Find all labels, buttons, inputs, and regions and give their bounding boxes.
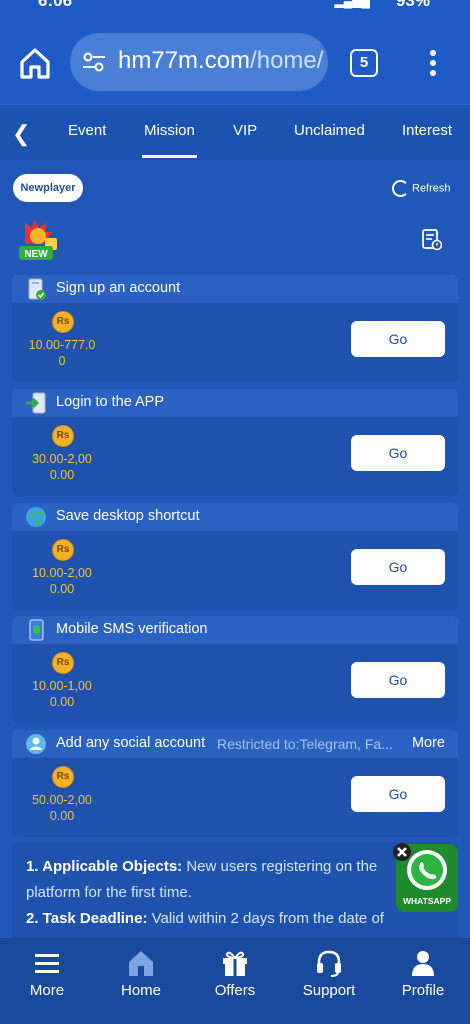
browser-menu-icon[interactable] <box>429 50 437 78</box>
task-title: Login to the APP <box>56 394 165 410</box>
new-badge-icon: NEW <box>19 220 57 260</box>
tab-mission[interactable]: Mission <box>142 122 197 158</box>
nav-offers[interactable]: Offers <box>195 948 275 999</box>
reward-amount: 50.00-2,00 0.00 <box>32 793 92 823</box>
phone-shield-icon <box>29 619 44 641</box>
nav-more-label: More <box>29 982 65 999</box>
bottom-nav: More Home Offers Support Profile <box>0 938 470 1024</box>
go-button[interactable]: Go <box>351 776 445 812</box>
go-button[interactable]: Go <box>351 321 445 357</box>
refresh-button[interactable]: Refresh <box>392 180 451 198</box>
rupee-coin-icon: Rs <box>52 652 74 674</box>
tab-unclaimed[interactable]: Unclaimed <box>294 122 365 139</box>
tab-vip[interactable]: VIP <box>233 122 257 139</box>
task-card: Mobile SMS verification Rs 10.00-1,00 0.0… <box>12 616 458 723</box>
menu-icon <box>35 954 59 973</box>
task-title: Add any social account <box>56 735 206 751</box>
site-settings-icon[interactable] <box>82 51 106 73</box>
home-icon <box>129 951 153 976</box>
status-time: 6:06 <box>38 0 73 10</box>
tab-switcher-button[interactable]: 5 <box>350 49 378 77</box>
nav-more[interactable]: More <box>7 948 87 999</box>
nav-profile-label: Profile <box>401 982 445 999</box>
refresh-label: Refresh <box>412 182 451 195</box>
category-tabs: ❮ Event Mission VIP Unclaimed Interest <box>0 104 470 160</box>
nav-support-label: Support <box>302 982 356 999</box>
refresh-icon <box>392 180 409 197</box>
task-title: Save desktop shortcut <box>56 508 200 524</box>
whatsapp-label: WHATSAPP <box>403 896 451 906</box>
nav-home[interactable]: Home <box>101 948 181 999</box>
task-card-header: Add any social account Restricted to:Tel… <box>12 730 458 758</box>
new-badge-text: NEW <box>24 249 48 260</box>
reward-amount: 30.00-2,00 0.00 <box>32 452 92 482</box>
address-bar[interactable]: hm77m.com/home/ <box>70 33 328 91</box>
more-link[interactable]: More <box>412 735 445 751</box>
globe-icon <box>26 507 46 527</box>
profile-icon <box>412 951 434 976</box>
rupee-coin-icon: Rs <box>52 539 74 561</box>
task-card-header: Login to the APP <box>12 389 458 417</box>
rule-item: 2. Task Deadline: Valid within 2 days fr… <box>26 906 426 932</box>
url-host: hm77m.com <box>118 47 251 74</box>
go-button[interactable]: Go <box>351 662 445 698</box>
url-text[interactable]: hm77m.com/home/ <box>118 47 323 75</box>
go-button[interactable]: Go <box>351 435 445 471</box>
task-title: Mobile SMS verification <box>56 621 208 637</box>
browser-toolbar: hm77m.com/home/ 5 <box>0 14 470 104</box>
rule-item: 1. Applicable Objects: New users registe… <box>26 854 426 906</box>
tab-event[interactable]: Event <box>68 122 106 139</box>
task-restriction: Restricted to:Telegram, Fa... <box>217 736 393 752</box>
reward-amount: 10.00-777.0 0 <box>28 338 96 368</box>
task-card-header: Mobile SMS verification <box>12 616 458 644</box>
nav-profile[interactable]: Profile <box>383 948 463 999</box>
newplayer-filter-chip[interactable]: Newplayer <box>13 174 83 202</box>
url-path: /home/ <box>250 47 324 74</box>
reward-amount: 10.00-1,00 0.00 <box>32 679 92 709</box>
battery-level: 93% <box>395 0 430 10</box>
social-icon <box>26 734 46 754</box>
rule-text: Valid within 2 days from the date of <box>147 910 384 927</box>
whatsapp-button[interactable]: WHATSAPP <box>392 840 462 916</box>
task-title: Sign up an account <box>56 280 181 296</box>
reward-amount: 10.00-2,00 0.00 <box>32 566 92 596</box>
home-icon[interactable] <box>18 46 52 80</box>
nav-home-label: Home <box>120 982 161 999</box>
signal-icon: ▂▄▆█ <box>334 0 370 8</box>
rule-label: 2. Task Deadline: <box>26 910 148 927</box>
rule-label: 1. Applicable Objects: <box>26 858 183 875</box>
nav-support[interactable]: Support <box>289 948 369 999</box>
rupee-coin-icon: Rs <box>52 311 74 333</box>
task-card: Login to the APP Rs 30.00-2,00 0.00 Go <box>12 389 458 496</box>
phone-check-icon <box>28 278 46 300</box>
task-card-header: Sign up an account <box>12 275 458 303</box>
chevron-left-icon[interactable]: ❮ <box>12 121 30 147</box>
task-card: Sign up an account Rs 10.00-777.0 0 Go <box>12 275 458 382</box>
go-button[interactable]: Go <box>351 549 445 585</box>
rupee-coin-icon: Rs <box>52 766 74 788</box>
task-card: Add any social account Restricted to:Tel… <box>12 730 458 837</box>
rupee-coin-icon: Rs <box>52 425 74 447</box>
headset-icon <box>317 950 341 977</box>
task-card-header: Save desktop shortcut <box>12 503 458 531</box>
record-icon[interactable] <box>422 229 442 251</box>
login-arrow-icon <box>26 392 46 414</box>
nav-offers-label: Offers <box>214 982 256 999</box>
status-bar: 6:06 ▂▄▆█ 93% <box>0 0 470 14</box>
task-card: Save desktop shortcut Rs 10.00-2,00 0.00 … <box>12 503 458 610</box>
gift-icon <box>223 951 247 976</box>
tab-interest[interactable]: Interest <box>402 122 452 139</box>
